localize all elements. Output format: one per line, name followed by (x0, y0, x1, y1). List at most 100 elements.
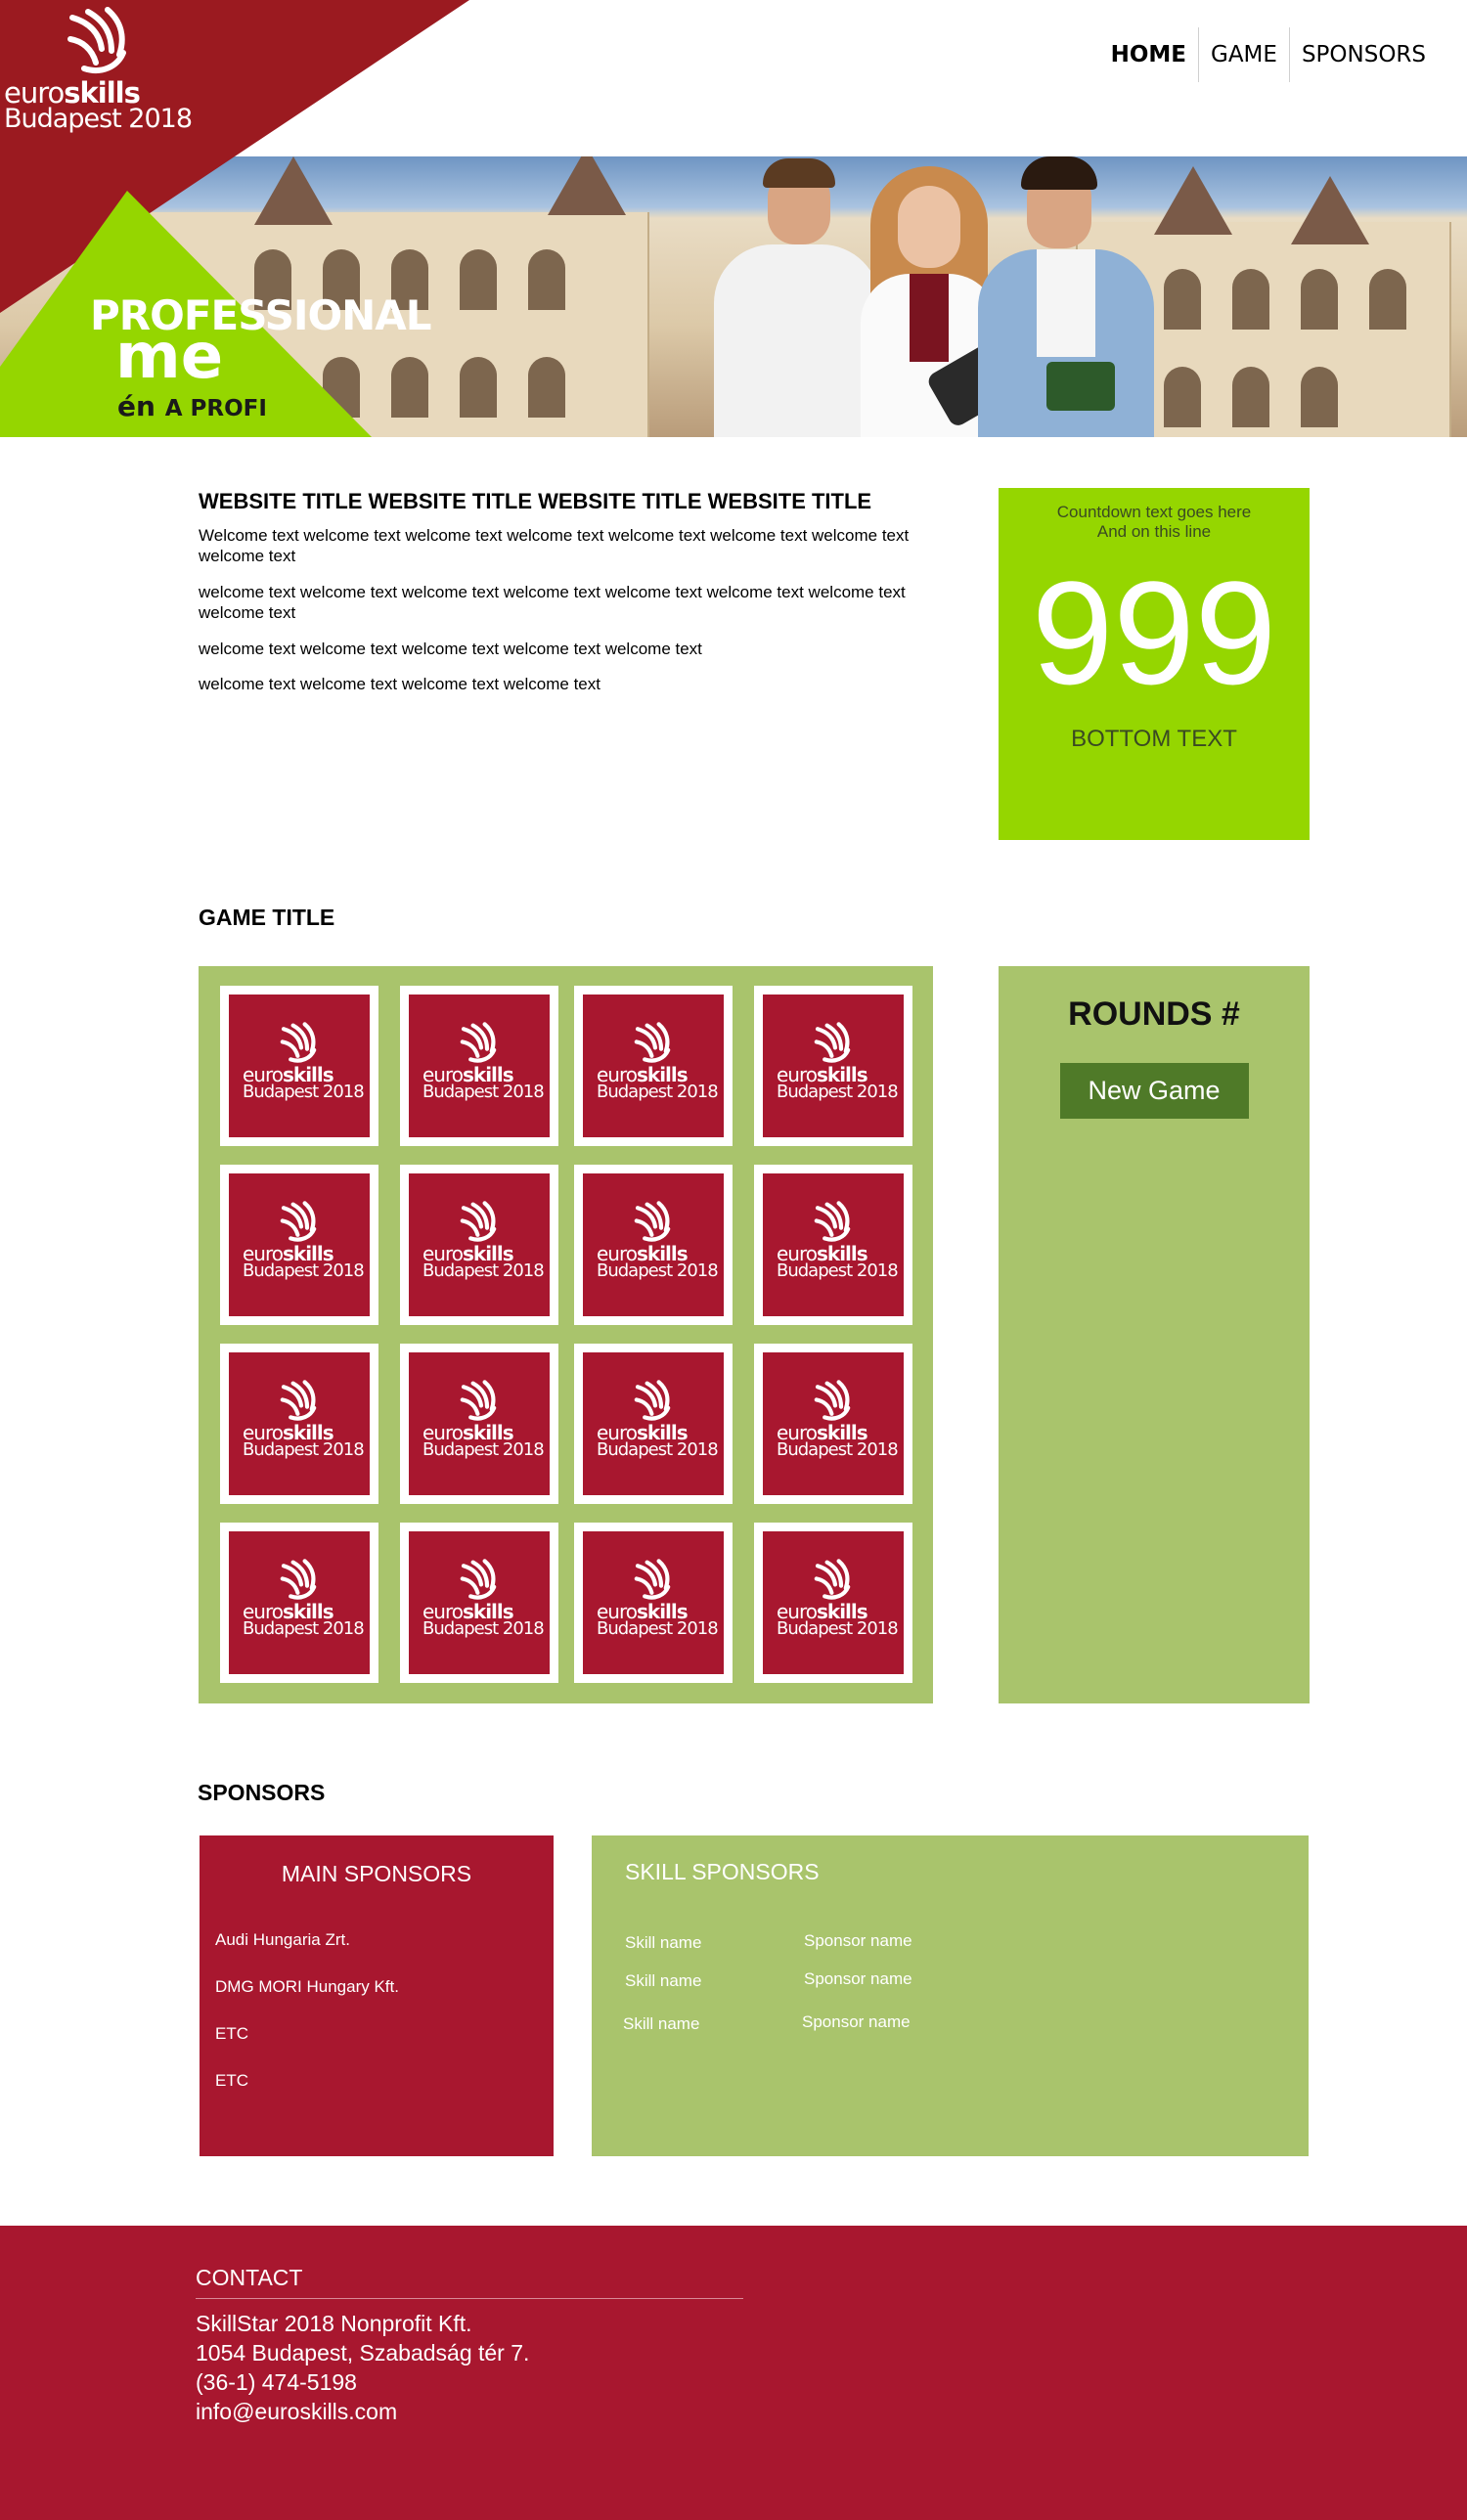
skill-name: Skill name (625, 1933, 702, 1952)
memory-card[interactable]: euroskills Budapest 2018 (400, 986, 558, 1146)
memory-card[interactable]: euroskills Budapest 2018 (574, 1165, 733, 1325)
card-back: euroskills Budapest 2018 (229, 995, 370, 1137)
building-window (1232, 269, 1269, 330)
skill-sponsor-name: Sponsor name (804, 1931, 912, 1950)
euroskills-logo[interactable]: euroskills Budapest 2018 (0, 0, 196, 147)
welcome-paragraph: welcome text welcome text welcome text w… (199, 583, 906, 622)
card-back: euroskills Budapest 2018 (229, 1352, 370, 1495)
contact-divider (196, 2298, 743, 2299)
memory-card[interactable]: euroskills Budapest 2018 (754, 986, 912, 1146)
banner-tagline: én A PROFI (117, 390, 267, 422)
nav-game[interactable]: GAME (1199, 27, 1289, 82)
memory-card[interactable]: euroskills Budapest 2018 (754, 1523, 912, 1683)
card-back: euroskills Budapest 2018 (763, 1531, 904, 1674)
memory-card[interactable]: euroskills Budapest 2018 (400, 1165, 558, 1325)
card-back: euroskills Budapest 2018 (763, 1352, 904, 1495)
card-city: Budapest 2018 (597, 1260, 719, 1281)
card-city: Budapest 2018 (243, 1260, 365, 1281)
card-back: euroskills Budapest 2018 (583, 995, 724, 1137)
building-window (1301, 269, 1338, 330)
card-back: euroskills Budapest 2018 (583, 1352, 724, 1495)
countdown-caption: Countdown text goes here And on this lin… (1056, 503, 1252, 541)
building-window (1164, 367, 1201, 427)
welcome-paragraph: welcome text welcome text welcome text w… (199, 640, 702, 658)
card-city: Budapest 2018 (777, 1618, 899, 1639)
card-city: Budapest 2018 (243, 1618, 365, 1639)
game-title: GAME TITLE (199, 905, 335, 930)
banner-me: me (115, 321, 224, 393)
contact-phone: (36-1) 474-5198 (196, 2369, 357, 2395)
memory-card[interactable]: euroskills Budapest 2018 (754, 1344, 912, 1504)
card-city: Budapest 2018 (777, 1260, 899, 1281)
countdown-number: 999 (1031, 551, 1277, 715)
nav-home[interactable]: HOME (1099, 27, 1198, 82)
nav-sponsors[interactable]: SPONSORS (1290, 27, 1438, 82)
card-back: euroskills Budapest 2018 (583, 1531, 724, 1674)
card-city: Budapest 2018 (777, 1082, 899, 1102)
skill-sponsor-name: Sponsor name (804, 1969, 912, 1988)
card-city: Budapest 2018 (597, 1082, 719, 1102)
building-roof (254, 156, 333, 225)
building-roof (1154, 166, 1232, 235)
game-sidebar: ROUNDS # New Game (999, 966, 1310, 1703)
sponsors-title: SPONSORS (198, 1780, 326, 1805)
person-right (968, 156, 1164, 437)
countdown-panel: Countdown text goes here And on this lin… (999, 488, 1310, 840)
euroskills-hands-icon (67, 7, 126, 73)
welcome-paragraph: Welcome text welcome text welcome text w… (199, 526, 910, 565)
skill-name: Skill name (625, 1971, 702, 1990)
website-title: WEBSITE TITLE WEBSITE TITLE WEBSITE TITL… (199, 489, 872, 513)
memory-card[interactable]: euroskills Budapest 2018 (220, 986, 378, 1146)
new-game-button[interactable]: New Game (1059, 1063, 1249, 1119)
card-city: Budapest 2018 (422, 1618, 545, 1639)
card-city: Budapest 2018 (597, 1618, 719, 1639)
card-back: euroskills Budapest 2018 (763, 995, 904, 1137)
card-city: Budapest 2018 (243, 1082, 365, 1102)
memory-card[interactable]: euroskills Budapest 2018 (574, 986, 733, 1146)
building-window (1232, 367, 1269, 427)
building-roof (548, 156, 626, 215)
card-city: Budapest 2018 (422, 1439, 545, 1460)
card-city: Budapest 2018 (243, 1439, 365, 1460)
card-back: euroskills Budapest 2018 (409, 1352, 550, 1495)
building-window (460, 249, 497, 310)
card-back: euroskills Budapest 2018 (409, 995, 550, 1137)
building-window (528, 249, 565, 310)
welcome-paragraph: welcome text welcome text welcome text w… (199, 675, 600, 693)
site-footer: CONTACT SkillStar 2018 Nonprofit Kft. 10… (0, 2226, 1467, 2520)
building-roof (1291, 176, 1369, 244)
memory-card[interactable]: euroskills Budapest 2018 (220, 1165, 378, 1325)
countdown-bottom-text: BOTTOM TEXT (1071, 726, 1237, 752)
memory-card[interactable]: euroskills Budapest 2018 (220, 1344, 378, 1504)
contact-heading: CONTACT (196, 2265, 303, 2290)
memory-card[interactable]: euroskills Budapest 2018 (400, 1523, 558, 1683)
card-back: euroskills Budapest 2018 (409, 1531, 550, 1674)
skill-sponsor-name: Sponsor name (802, 2012, 911, 2031)
memory-card[interactable]: euroskills Budapest 2018 (220, 1523, 378, 1683)
main-sponsors-panel: MAIN SPONSORS Audi Hungaria Zrt. DMG MOR… (200, 1835, 554, 2156)
card-city: Budapest 2018 (777, 1439, 899, 1460)
main-sponsor-item: Audi Hungaria Zrt. (215, 1930, 350, 1949)
card-back: euroskills Budapest 2018 (409, 1173, 550, 1316)
building-window (1164, 269, 1201, 330)
memory-card[interactable]: euroskills Budapest 2018 (574, 1523, 733, 1683)
memory-card[interactable]: euroskills Budapest 2018 (400, 1344, 558, 1504)
card-back: euroskills Budapest 2018 (583, 1173, 724, 1316)
main-sponsor-item: ETC (215, 2071, 248, 2090)
game-board: euroskills Budapest 2018 euroskills Budapes… (199, 966, 933, 1703)
memory-card[interactable]: euroskills Budapest 2018 (574, 1344, 733, 1504)
building-window (1301, 367, 1338, 427)
skill-sponsors-heading: SKILL SPONSORS (625, 1859, 820, 1884)
card-back: euroskills Budapest 2018 (229, 1531, 370, 1674)
building-window (528, 357, 565, 418)
card-city: Budapest 2018 (422, 1260, 545, 1281)
contact-email[interactable]: info@euroskills.com (196, 2397, 397, 2426)
card-back: euroskills Budapest 2018 (229, 1173, 370, 1316)
skill-sponsors-panel: SKILL SPONSORS Skill name Sponsor name S… (592, 1835, 1309, 2156)
main-sponsor-item: DMG MORI Hungary Kft. (215, 1977, 399, 1996)
logo-city: Budapest 2018 (4, 104, 193, 134)
card-city: Budapest 2018 (422, 1082, 545, 1102)
memory-card[interactable]: euroskills Budapest 2018 (754, 1165, 912, 1325)
building-window (391, 357, 428, 418)
contact-address: 1054 Budapest, Szabadság tér 7. (196, 2340, 530, 2365)
